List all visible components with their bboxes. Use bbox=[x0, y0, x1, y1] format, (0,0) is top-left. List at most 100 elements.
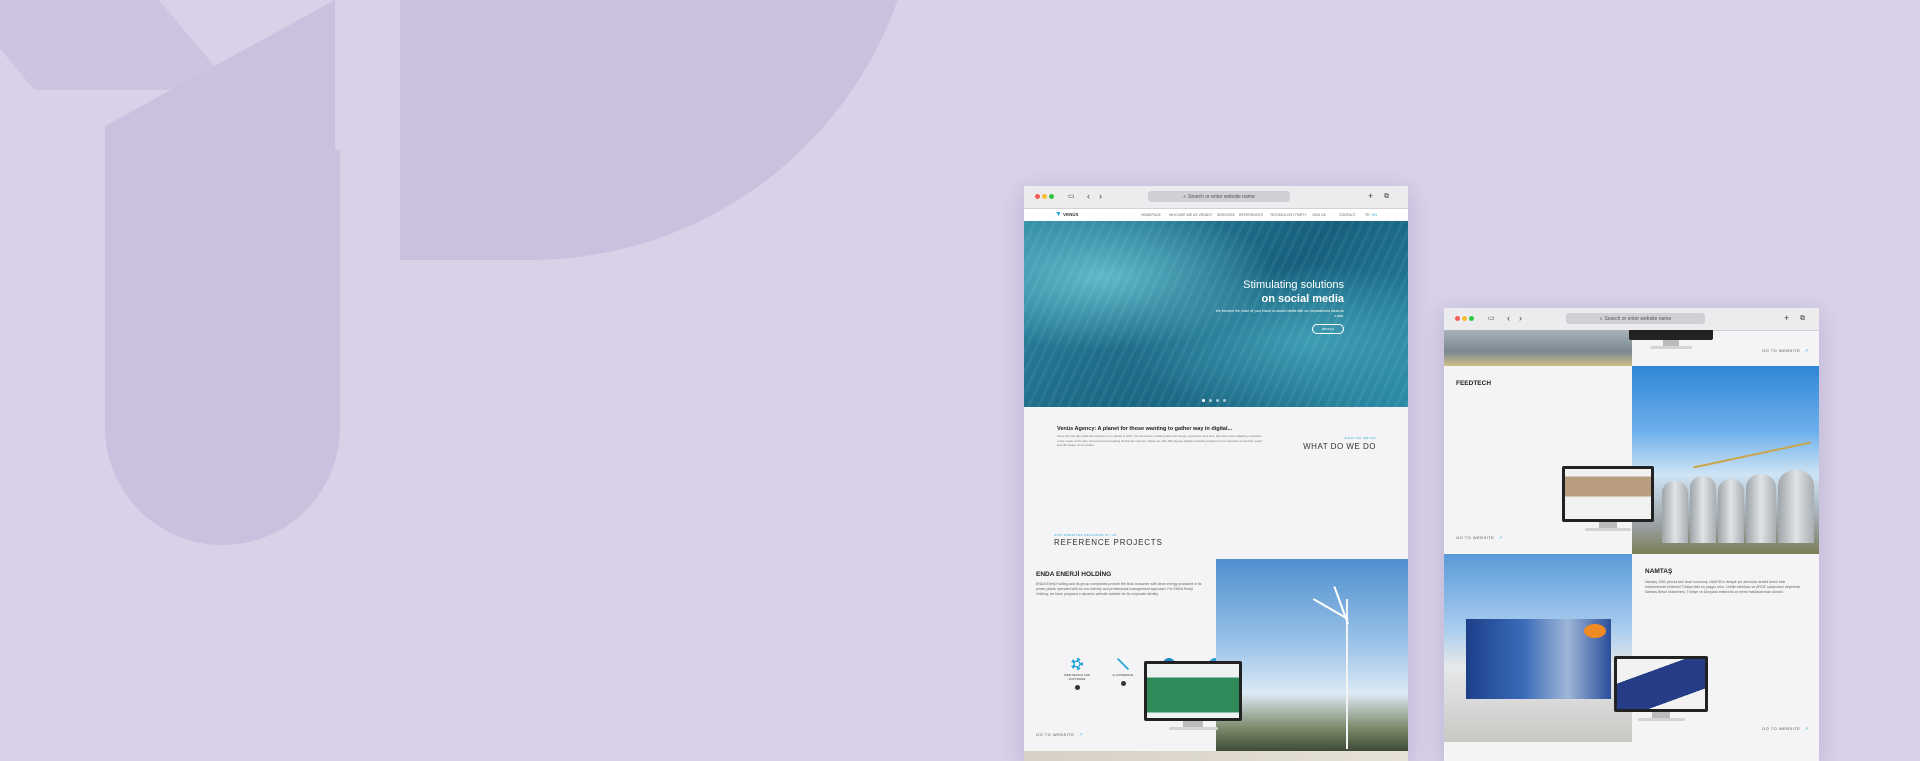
arrow-icon: ↗ bbox=[1078, 732, 1083, 737]
forward-icon[interactable]: › bbox=[1099, 191, 1102, 202]
address-bar[interactable]: ⌕ Search or enter website name bbox=[1566, 313, 1705, 324]
globe-icon bbox=[1071, 658, 1083, 670]
monitor-screen bbox=[1147, 664, 1239, 718]
nav-homepage[interactable]: HOMEPAGE bbox=[1141, 213, 1161, 217]
feedtech-monitor bbox=[1562, 466, 1654, 531]
browser-toolbar: ▭ ‹ › ⌕ Search or enter website name + ⧉ bbox=[1444, 308, 1819, 331]
hero-details-button[interactable]: DETAILS bbox=[1312, 324, 1344, 334]
forward-icon[interactable]: › bbox=[1519, 313, 1522, 324]
nav-references[interactable]: REFERENCES bbox=[1239, 213, 1263, 217]
monitor-screen bbox=[1565, 469, 1651, 519]
slider-dot[interactable] bbox=[1216, 399, 1219, 402]
maximize-dot[interactable] bbox=[1469, 316, 1474, 321]
service-label: WEB DESIGN AND SOFTWARE bbox=[1063, 673, 1091, 681]
what-title: WHAT DO WE DO bbox=[1303, 442, 1376, 451]
silo bbox=[1690, 476, 1716, 543]
background-shape bbox=[105, 150, 340, 545]
slider-dot[interactable] bbox=[1209, 399, 1212, 402]
service-label: E-COMMERCE bbox=[1112, 673, 1134, 677]
arrow-icon: ↗ bbox=[1804, 726, 1809, 731]
feedtech-title: FEEDTECH bbox=[1456, 380, 1492, 387]
silo bbox=[1746, 474, 1776, 543]
crane bbox=[1693, 441, 1811, 469]
nav-about[interactable]: WHO ARE WE AS VENÜS? bbox=[1169, 213, 1213, 217]
previous-project-photo bbox=[1444, 330, 1632, 366]
maximize-dot[interactable] bbox=[1049, 194, 1054, 199]
next-project-strip bbox=[1024, 751, 1408, 761]
new-tab-icon[interactable]: + bbox=[1368, 191, 1373, 202]
address-placeholder: Search or enter website name bbox=[1604, 315, 1672, 322]
monitor-base bbox=[1168, 727, 1218, 730]
about-title: Venüs Agency: A planet for those wanting… bbox=[1057, 426, 1233, 432]
address-bar[interactable]: ⌕ Search or enter website name bbox=[1148, 191, 1290, 202]
nav-technology[interactable]: TECHNOLOGY PARTY bbox=[1270, 213, 1307, 217]
feedtech-go-to-website[interactable]: GO TO WEBSITE ↗ bbox=[1456, 535, 1503, 540]
key-icon bbox=[1117, 658, 1129, 670]
namtas-photo bbox=[1444, 554, 1632, 742]
plus-icon[interactable] bbox=[1120, 681, 1126, 686]
silo bbox=[1778, 470, 1814, 543]
go-to-website-label: GO TO WEBSITE bbox=[1762, 726, 1801, 731]
enda-go-to-website[interactable]: GO TO WEBSITE ↗ bbox=[1036, 732, 1083, 737]
enda-monitor bbox=[1144, 661, 1242, 730]
close-dot[interactable] bbox=[1455, 316, 1460, 321]
enda-body: ENDA Enerji Holding and its group compan… bbox=[1036, 582, 1202, 596]
arrow-icon: ↗ bbox=[1804, 348, 1809, 353]
close-dot[interactable] bbox=[1035, 194, 1040, 199]
refs-title: REFERENCE PROJECTS bbox=[1054, 538, 1163, 547]
namtas-go-to-website[interactable]: GO TO WEBSITE ↗ bbox=[1762, 726, 1809, 731]
hero-subtitle: We become the voice of your brand on soc… bbox=[1215, 309, 1344, 318]
venus-logo-icon: ▼ bbox=[1055, 211, 1062, 218]
hero-slider-dots[interactable] bbox=[1202, 399, 1226, 402]
site-logo[interactable]: VENÜS bbox=[1063, 212, 1079, 217]
sidebar-icon[interactable]: ▭ bbox=[1488, 313, 1495, 324]
search-icon: ⌕ bbox=[1599, 315, 1603, 322]
enda-photo bbox=[1216, 559, 1408, 751]
service-web-design[interactable]: WEB DESIGN AND SOFTWARE bbox=[1057, 658, 1097, 690]
slider-dot[interactable] bbox=[1202, 399, 1205, 402]
service-ecommerce[interactable]: E-COMMERCE bbox=[1103, 658, 1143, 686]
hero-banner: Stimulating solutions on social media We… bbox=[1024, 221, 1408, 407]
browser-toolbar: ▭ ‹ › ⌕ Search or enter website name + ⧉ bbox=[1024, 186, 1408, 209]
nav-lang-tr[interactable]: TR bbox=[1365, 213, 1370, 217]
tabs-icon[interactable]: ⧉ bbox=[1800, 313, 1805, 324]
address-placeholder: Search or enter website name bbox=[1188, 193, 1255, 200]
back-icon[interactable]: ‹ bbox=[1507, 313, 1510, 324]
sidebar-icon[interactable]: ▭ bbox=[1068, 191, 1075, 202]
browser-window-main: ▭ ‹ › ⌕ Search or enter website name + ⧉… bbox=[1024, 186, 1408, 761]
minimize-dot[interactable] bbox=[1462, 316, 1467, 321]
what-eyebrow: WHAT DO WE DO bbox=[1344, 436, 1376, 440]
about-body: Since the first day while We landed on o… bbox=[1057, 434, 1262, 447]
namtas-logo-icon bbox=[1584, 624, 1606, 638]
nav-services[interactable]: SERVICES bbox=[1217, 213, 1235, 217]
arrow-icon: ↗ bbox=[1498, 535, 1503, 540]
namtas-title: NAMTAŞ bbox=[1645, 568, 1673, 575]
go-to-website-label: GO TO WEBSITE bbox=[1762, 348, 1801, 353]
nav-contact[interactable]: CONTACT bbox=[1339, 213, 1356, 217]
top-go-to-website[interactable]: GO TO WEBSITE ↗ bbox=[1762, 348, 1809, 353]
background-shape bbox=[400, 0, 920, 260]
go-to-website-label: GO TO WEBSITE bbox=[1036, 732, 1075, 737]
tabs-icon[interactable]: ⧉ bbox=[1384, 191, 1389, 202]
silo bbox=[1662, 481, 1688, 543]
feedtech-photo bbox=[1632, 366, 1819, 554]
minimize-dot[interactable] bbox=[1042, 194, 1047, 199]
nav-join[interactable]: JOIN US bbox=[1312, 213, 1326, 217]
search-icon: ⌕ bbox=[1183, 193, 1187, 200]
hero-title-line2: on social media bbox=[1261, 293, 1344, 305]
monitor-screen bbox=[1617, 659, 1705, 709]
namtas-body: Namtaş 1952 yılında tam ticari kurulmuş,… bbox=[1645, 580, 1801, 594]
nav-lang-en[interactable]: EN bbox=[1372, 213, 1377, 217]
monitor-base bbox=[1650, 346, 1692, 349]
back-icon[interactable]: ‹ bbox=[1087, 191, 1090, 202]
previous-monitor bbox=[1629, 330, 1713, 349]
plus-icon[interactable] bbox=[1074, 685, 1080, 690]
refs-eyebrow: OUR WEBSITES DESIGNED BY US bbox=[1054, 533, 1117, 537]
slider-dot[interactable] bbox=[1223, 399, 1226, 402]
go-to-website-label: GO TO WEBSITE bbox=[1456, 535, 1495, 540]
namtas-monitor bbox=[1614, 656, 1708, 721]
new-tab-icon[interactable]: + bbox=[1784, 313, 1789, 324]
monitor-base bbox=[1585, 528, 1631, 531]
monitor-base bbox=[1637, 718, 1685, 721]
browser-window-side: ▭ ‹ › ⌕ Search or enter website name + ⧉… bbox=[1444, 308, 1819, 761]
